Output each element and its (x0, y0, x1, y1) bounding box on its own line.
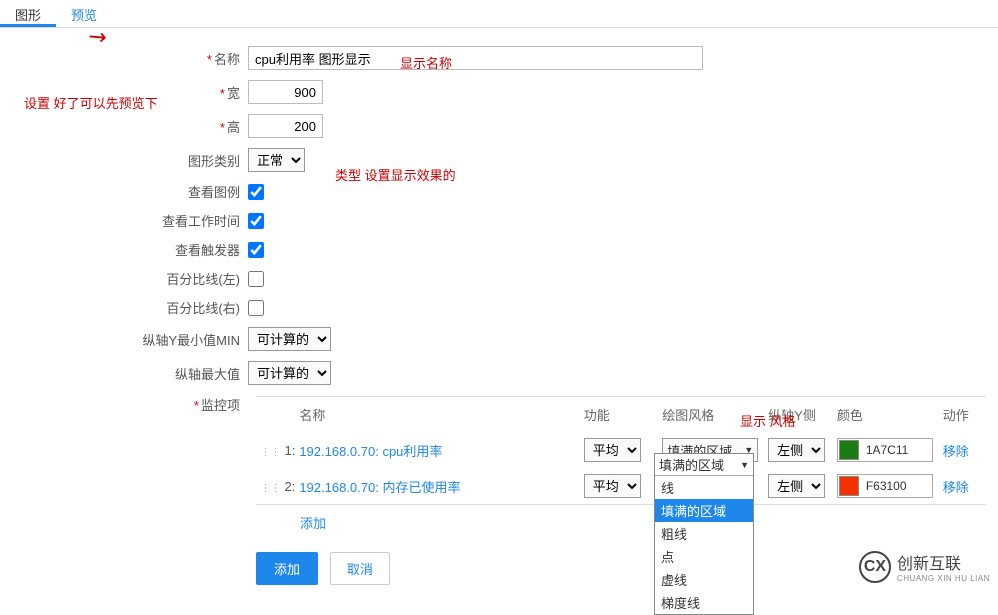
func-select[interactable]: 平均 (584, 438, 641, 462)
monitor-label: *监控项 (0, 395, 248, 414)
annotation-preview-hint: 设置 好了可以先预览下 (24, 93, 158, 112)
annotation-style-hint: 显示 风格 (740, 411, 796, 430)
dropdown-option[interactable]: 虚线 (655, 568, 753, 591)
drag-handle-icon[interactable]: ⋮⋮ (260, 483, 280, 494)
th-name: 名称 (299, 405, 583, 424)
trigger-label: 查看触发器 (0, 240, 248, 259)
dropdown-option[interactable]: 粗线 (655, 522, 753, 545)
pct-left-checkbox[interactable] (248, 271, 264, 287)
legend-label: 查看图例 (0, 182, 248, 201)
worktime-checkbox[interactable] (248, 213, 264, 229)
remove-link[interactable]: 移除 (943, 480, 969, 495)
logo-icon: CX (859, 551, 891, 583)
tab-preview[interactable]: 预览 (56, 0, 112, 27)
tabs-bar: 图形 预览 (0, 0, 998, 28)
type-select[interactable]: 正常 (248, 148, 305, 172)
table-row: ⋮⋮1: 192.168.0.70: cpu利用率 平均 填满的区域▼ 左侧 1… (256, 432, 986, 468)
trigger-checkbox[interactable] (248, 242, 264, 258)
row-name-link[interactable]: 192.168.0.70: cpu利用率 (299, 444, 442, 459)
dropdown-option[interactable]: 线 (655, 476, 753, 499)
worktime-label: 查看工作时间 (0, 211, 248, 230)
row-index: 1: (284, 443, 295, 458)
remove-link[interactable]: 移除 (943, 444, 969, 459)
cancel-button[interactable]: 取消 (330, 552, 390, 585)
annotation-type-hint: 类型 设置显示效果的 (335, 165, 456, 184)
row-name-link[interactable]: 192.168.0.70: 内存已使用率 (299, 480, 460, 495)
drag-handle-icon[interactable]: ⋮⋮ (260, 447, 280, 458)
annotation-name-hint: 显示名称 (400, 53, 452, 72)
dropdown-current[interactable]: 填满的区域▼ (655, 454, 753, 476)
ymin-label: 纵轴Y最小值MIN (0, 330, 248, 349)
dropdown-option[interactable]: 点 (655, 545, 753, 568)
name-input[interactable] (248, 46, 703, 70)
pct-right-checkbox[interactable] (248, 300, 264, 316)
monitor-table: 名称 功能 绘图风格 纵轴Y侧 颜色 动作 ⋮⋮ 1: 192.168.0.70:… (256, 396, 986, 505)
yside-select[interactable]: 左侧 (768, 474, 825, 498)
logo-en: CHUANG XIN HU LIAN (897, 574, 990, 583)
add-button[interactable]: 添加 (256, 552, 318, 585)
height-input[interactable] (248, 114, 323, 138)
dropdown-option[interactable]: 填满的区域 (655, 499, 753, 522)
th-action: 动作 (943, 405, 982, 424)
pct-right-label: 百分比线(右) (0, 298, 248, 317)
tab-graphic[interactable]: 图形 (0, 0, 56, 27)
add-row-link[interactable]: 添加 (300, 516, 326, 531)
color-picker[interactable]: 1A7C11 (837, 438, 933, 462)
dropdown-option[interactable]: 梯度线 (655, 591, 753, 614)
chevron-down-icon: ▼ (740, 460, 749, 470)
legend-checkbox[interactable] (248, 184, 264, 200)
yside-select[interactable]: 左侧 (768, 438, 825, 462)
th-func: 功能 (584, 405, 662, 424)
func-select[interactable]: 平均 (584, 474, 641, 498)
add-row-area: 添加 (256, 505, 998, 546)
th-color: 颜色 (837, 405, 943, 424)
ymax-select[interactable]: 可计算的 (248, 361, 331, 385)
type-label: 图形类别 (0, 151, 248, 170)
table-header: 名称 功能 绘图风格 纵轴Y侧 颜色 动作 (256, 397, 986, 432)
height-label: *高 (0, 117, 248, 136)
ymin-select[interactable]: 可计算的 (248, 327, 331, 351)
color-picker[interactable]: F63100 (837, 474, 933, 498)
ymax-label: 纵轴最大值 (0, 364, 248, 383)
pct-left-label: 百分比线(左) (0, 269, 248, 288)
logo-cn: 创新互联 (897, 550, 990, 574)
table-row: ⋮⋮ 2: 192.168.0.70: 内存已使用率 平均 左侧 F63100 移… (256, 468, 986, 504)
brand-logo: CX 创新互联 CHUANG XIN HU LIAN (859, 550, 990, 583)
width-input[interactable] (248, 80, 323, 104)
row-index: 2: (284, 479, 295, 494)
name-label: *名称 (0, 49, 248, 68)
